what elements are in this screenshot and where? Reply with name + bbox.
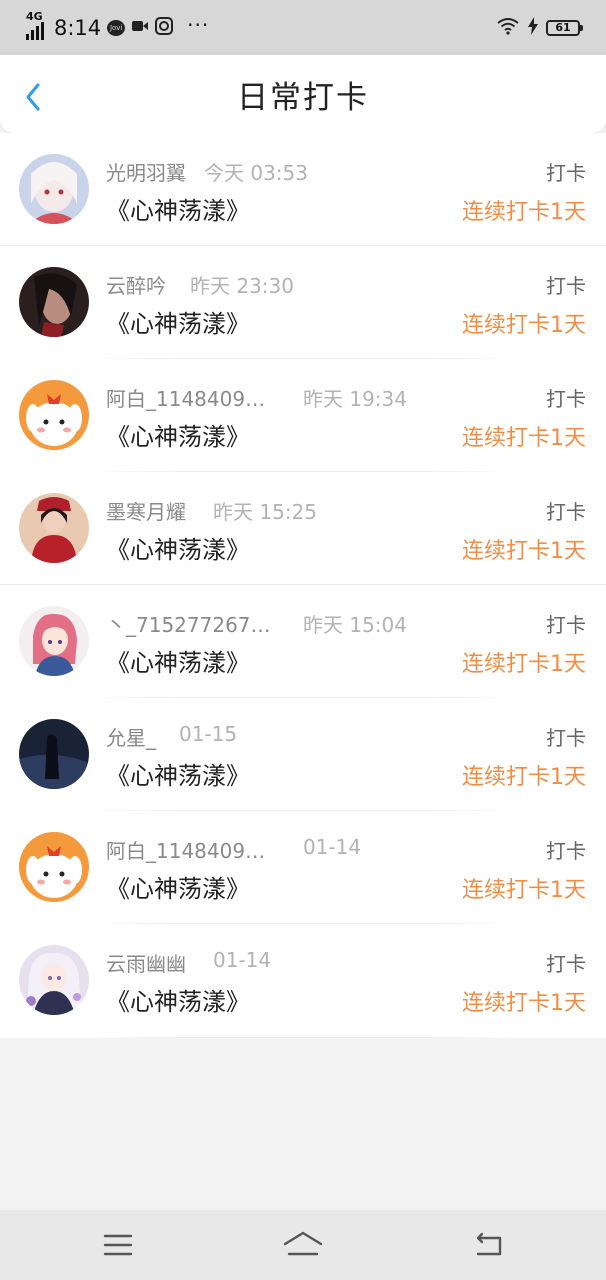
streak-label: 连续打卡1天 bbox=[462, 765, 586, 790]
user-name[interactable]: 墨寒月耀 bbox=[106, 496, 213, 525]
checkin-label: 打卡 bbox=[546, 952, 586, 976]
page-title: 日常打卡 bbox=[237, 79, 369, 116]
streak-label: 连续打卡1天 bbox=[462, 200, 586, 225]
list-item[interactable]: 阿白_1148409… 01-14 《心神荡漾》 打卡 连续打卡1天 bbox=[0, 811, 606, 924]
checkin-label: 打卡 bbox=[546, 726, 586, 750]
avatar[interactable] bbox=[19, 154, 89, 224]
book-title[interactable]: 《心神荡漾》 bbox=[106, 756, 250, 791]
checkin-label: 打卡 bbox=[546, 839, 586, 863]
list-item[interactable]: 丶_715277267… 昨天 15:04 《心神荡漾》 打卡 连续打卡1天 bbox=[0, 585, 606, 698]
streak-label: 连续打卡1天 bbox=[462, 878, 586, 903]
checkin-time: 昨天 15:25 bbox=[213, 500, 317, 524]
menu-icon[interactable] bbox=[103, 1230, 133, 1264]
back-button[interactable] bbox=[20, 79, 46, 115]
checkin-time: 昨天 23:30 bbox=[190, 274, 294, 298]
list-item[interactable]: 光明羽翼 今天 03:53 《心神荡漾》 打卡 连续打卡1天 bbox=[0, 133, 606, 246]
list-item[interactable]: 允星_ 01-15 《心神荡漾》 打卡 连续打卡1天 bbox=[0, 698, 606, 811]
checkin-time: 昨天 19:34 bbox=[303, 387, 407, 411]
user-name[interactable]: 光明羽翼 bbox=[106, 157, 204, 186]
list-item[interactable]: 阿白_1148409… 昨天 19:34 《心神荡漾》 打卡 连续打卡1天 bbox=[0, 359, 606, 472]
avatar[interactable] bbox=[19, 606, 89, 676]
list-item[interactable]: 云醉吟 昨天 23:30 《心神荡漾》 打卡 连续打卡1天 bbox=[0, 246, 606, 359]
user-name[interactable]: 云醉吟 bbox=[106, 270, 190, 299]
streak-label: 连续打卡1天 bbox=[462, 991, 586, 1016]
checkin-label: 打卡 bbox=[546, 161, 586, 185]
checkin-label: 打卡 bbox=[546, 613, 586, 637]
entry-header: 允星_ 01-15 bbox=[106, 722, 237, 751]
charging-icon bbox=[528, 16, 538, 39]
user-name[interactable]: 阿白_1148409… bbox=[106, 383, 303, 412]
status-bar: 4G 8:14 Jovi ··· 61 bbox=[0, 0, 606, 55]
user-name[interactable]: 阿白_1148409… bbox=[106, 835, 303, 864]
checkin-list: 光明羽翼 今天 03:53 《心神荡漾》 打卡 连续打卡1天 云醉吟 昨天 23… bbox=[0, 133, 606, 1038]
home-icon[interactable] bbox=[283, 1230, 323, 1264]
chevron-left-icon bbox=[26, 83, 40, 111]
checkin-time: 01-14 bbox=[213, 948, 272, 972]
user-name[interactable]: 允星_ bbox=[106, 722, 179, 751]
checkin-label: 打卡 bbox=[546, 387, 586, 411]
avatar[interactable] bbox=[19, 267, 89, 337]
status-right: 61 bbox=[496, 16, 583, 39]
user-name[interactable]: 云雨幽幽 bbox=[106, 948, 213, 977]
entry-header: 云雨幽幽 01-14 bbox=[106, 948, 271, 977]
streak-label: 连续打卡1天 bbox=[462, 426, 586, 451]
entry-header: 丶_715277267… 昨天 15:04 bbox=[106, 609, 407, 638]
streak-label: 连续打卡1天 bbox=[462, 313, 586, 338]
book-title[interactable]: 《心神荡漾》 bbox=[106, 982, 250, 1017]
battery-icon: 61 bbox=[546, 19, 583, 36]
avatar[interactable] bbox=[19, 832, 89, 902]
video-icon bbox=[131, 18, 149, 37]
entry-header: 墨寒月耀 昨天 15:25 bbox=[106, 496, 317, 525]
book-title[interactable]: 《心神荡漾》 bbox=[106, 643, 250, 678]
checkin-time: 01-15 bbox=[179, 722, 238, 746]
entry-header: 云醉吟 昨天 23:30 bbox=[106, 270, 294, 299]
user-name[interactable]: 丶_715277267… bbox=[106, 609, 303, 638]
book-title[interactable]: 《心神荡漾》 bbox=[106, 304, 250, 339]
entry-header: 阿白_1148409… 昨天 19:34 bbox=[106, 383, 407, 412]
avatar[interactable] bbox=[19, 380, 89, 450]
book-title[interactable]: 《心神荡漾》 bbox=[106, 417, 250, 452]
list-item[interactable]: 墨寒月耀 昨天 15:25 《心神荡漾》 打卡 连续打卡1天 bbox=[0, 472, 606, 585]
streak-label: 连续打卡1天 bbox=[462, 539, 586, 564]
avatar[interactable] bbox=[19, 945, 89, 1015]
more-notifications: ··· bbox=[187, 12, 210, 37]
checkin-time: 昨天 15:04 bbox=[303, 613, 407, 637]
camera-icon bbox=[155, 16, 174, 39]
book-title[interactable]: 《心神荡漾》 bbox=[106, 530, 250, 565]
status-left: 4G 8:14 Jovi ··· bbox=[26, 10, 496, 40]
navigation-bar: 日常打卡 bbox=[0, 55, 606, 133]
checkin-label: 打卡 bbox=[546, 500, 586, 524]
battery-level: 61 bbox=[555, 21, 571, 34]
checkin-time: 今天 03:53 bbox=[204, 161, 308, 185]
entry-header: 光明羽翼 今天 03:53 bbox=[106, 157, 308, 186]
network-type: 4G bbox=[26, 9, 43, 23]
wifi-icon bbox=[496, 17, 520, 39]
book-title[interactable]: 《心神荡漾》 bbox=[106, 869, 250, 904]
streak-label: 连续打卡1天 bbox=[462, 652, 586, 677]
back-icon[interactable] bbox=[472, 1230, 504, 1264]
entry-header: 阿白_1148409… 01-14 bbox=[106, 835, 361, 864]
signal-icon: 4G bbox=[26, 10, 44, 40]
checkin-label: 打卡 bbox=[546, 274, 586, 298]
system-navigation-bar bbox=[0, 1210, 606, 1280]
avatar[interactable] bbox=[19, 719, 89, 789]
list-item[interactable]: 云雨幽幽 01-14 《心神荡漾》 打卡 连续打卡1天 bbox=[0, 924, 606, 1038]
avatar[interactable] bbox=[19, 493, 89, 563]
clock: 8:14 bbox=[54, 15, 102, 40]
book-title[interactable]: 《心神荡漾》 bbox=[106, 191, 250, 226]
jovi-icon: Jovi bbox=[107, 19, 126, 36]
checkin-time: 01-14 bbox=[303, 835, 362, 859]
